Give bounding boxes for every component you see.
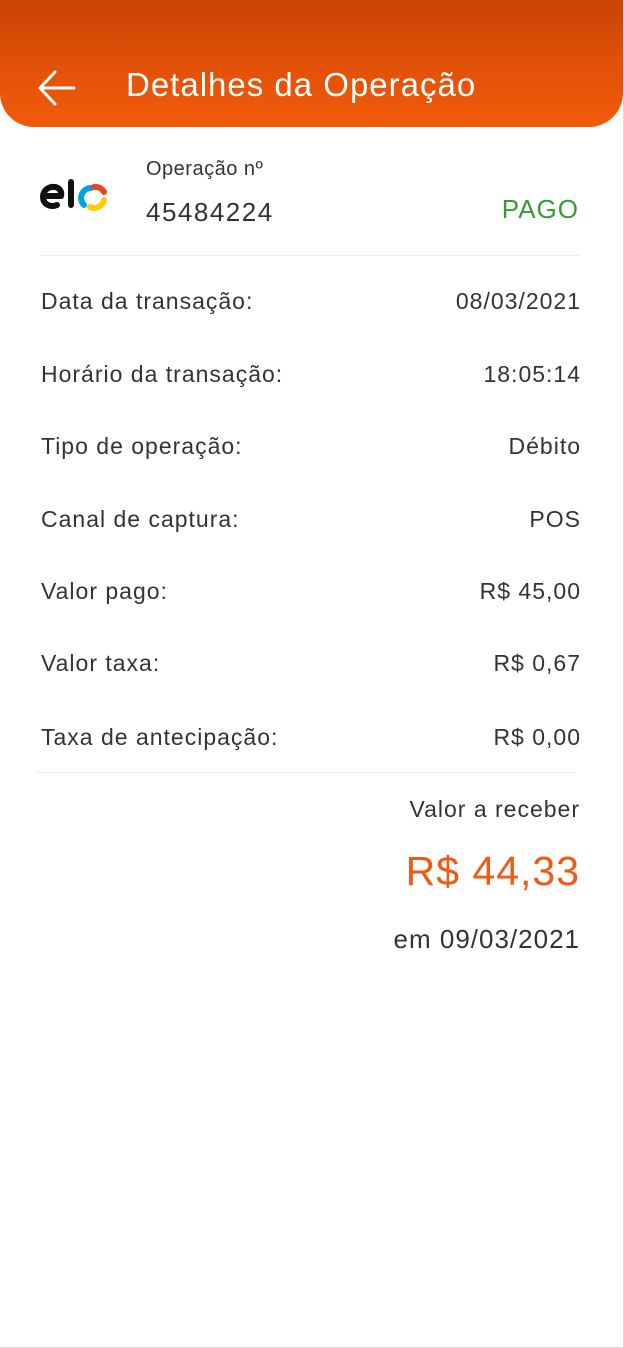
- detail-row-capture-channel: Canal de captura: POS: [41, 506, 581, 538]
- detail-label: Taxa de antecipação:: [41, 724, 279, 750]
- detail-value: R$ 0,67: [493, 650, 581, 676]
- detail-value: 08/03/2021: [455, 288, 581, 314]
- operation-number-label: Operação nº: [146, 158, 264, 180]
- divider: [40, 255, 580, 256]
- amount-to-receive: R$ 44,33: [405, 848, 580, 894]
- detail-value: 18:05:14: [483, 361, 581, 387]
- detail-row-transaction-time: Horário da transação: 18:05:14: [41, 361, 581, 393]
- amount-to-receive-label: Valor a receber: [409, 796, 580, 822]
- detail-row-transaction-date: Data da transação: 08/03/2021: [41, 288, 581, 320]
- divider: [36, 772, 574, 773]
- detail-value: POS: [529, 506, 581, 532]
- receive-date: em 09/03/2021: [393, 924, 580, 954]
- detail-label: Data da transação:: [41, 288, 254, 314]
- detail-label: Horário da transação:: [41, 361, 284, 387]
- arrow-left-icon: [38, 70, 76, 106]
- detail-label: Tipo de operação:: [41, 433, 243, 459]
- detail-row-amount-paid: Valor pago: R$ 45,00: [41, 578, 581, 610]
- detail-row-fee-amount: Valor taxa: R$ 0,67: [41, 650, 581, 682]
- detail-label: Valor taxa:: [41, 650, 161, 676]
- page-title: Detalhes da Operação: [126, 66, 477, 103]
- detail-row-operation-type: Tipo de operação: Débito: [41, 433, 581, 465]
- detail-value: R$ 0,00: [493, 724, 581, 750]
- detail-label: Valor pago:: [41, 578, 168, 604]
- detail-row-advance-fee: Taxa de antecipação: R$ 0,00: [41, 724, 581, 756]
- back-button[interactable]: [30, 62, 82, 114]
- detail-value: Débito: [508, 433, 581, 459]
- status-badge: PAGO: [501, 194, 579, 224]
- operation-number: 45484224: [146, 197, 274, 227]
- operation-details-screen: Detalhes da Operação Operação nº 4548422…: [0, 0, 624, 1348]
- detail-label: Canal de captura:: [41, 506, 240, 532]
- elo-logo: [40, 178, 112, 218]
- detail-value: R$ 45,00: [479, 578, 581, 604]
- app-header: Detalhes da Operação: [0, 0, 623, 127]
